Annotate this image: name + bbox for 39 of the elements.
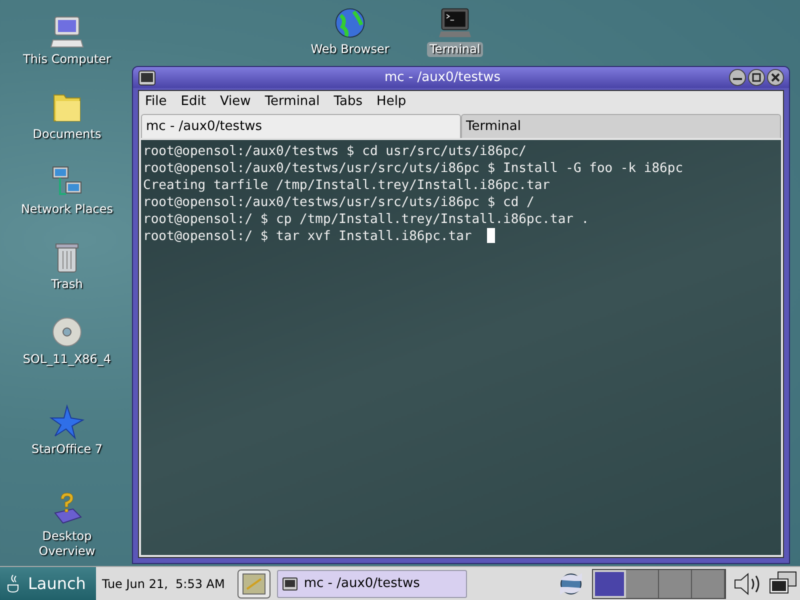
globe-icon[interactable] bbox=[333, 6, 367, 40]
terminal-line: root@opensol:/aux0/testws $ cd usr/src/uts/i86pc/ bbox=[143, 143, 528, 160]
menu-item[interactable]: Help bbox=[376, 94, 406, 109]
terminal-icon[interactable] bbox=[138, 70, 156, 86]
icon-label[interactable]: This Computer bbox=[20, 52, 114, 67]
icon-label[interactable]: Documents bbox=[30, 127, 104, 142]
show-desktop-icon[interactable] bbox=[236, 568, 271, 598]
computer-icon[interactable] bbox=[49, 14, 85, 50]
icon-label[interactable]: Desktop Overview bbox=[12, 529, 122, 559]
terminal-line: root@opensol:/aux0/testws/usr/src/uts/i86pc $ Install -G foo -k i86pc bbox=[143, 160, 684, 177]
terminal-line: root@opensol:/ $ tar xvf Install.i86pc.tar bbox=[143, 228, 473, 245]
icon-label[interactable]: Trash bbox=[48, 277, 86, 292]
tab[interactable]: Terminal bbox=[461, 114, 781, 138]
icon-label[interactable]: StarOffice 7 bbox=[28, 442, 106, 457]
task-button[interactable]: mc - /aux0/testws bbox=[276, 570, 467, 598]
icon-label[interactable]: Network Places bbox=[18, 202, 116, 217]
icon-label[interactable]: Web Browser bbox=[308, 42, 392, 57]
terminal-line: Creating tarfile /tmp/Install.trey/Install.i86pc.tar bbox=[143, 177, 551, 194]
menu-item[interactable]: Tabs bbox=[334, 94, 363, 109]
terminal-icon[interactable] bbox=[438, 6, 472, 40]
clock[interactable]: Tue Jun 21, 5:53 AM bbox=[102, 576, 225, 590]
terminal-icon bbox=[282, 576, 298, 590]
menu-item[interactable]: File bbox=[145, 94, 167, 109]
menu-item[interactable]: Terminal bbox=[264, 94, 320, 109]
window-title: mc - /aux0/testws bbox=[383, 70, 502, 85]
menu-item[interactable]: Edit bbox=[180, 94, 206, 109]
icon-label[interactable]: SOL_11_X86_4 bbox=[20, 352, 114, 367]
minimize-icon[interactable] bbox=[729, 69, 746, 86]
speaker-icon[interactable] bbox=[732, 570, 762, 596]
terminal-line: root@opensol:/aux0/testws/usr/src/uts/i86pc $ cd / bbox=[143, 194, 536, 211]
terminal-area[interactable] bbox=[141, 140, 781, 555]
terminal-line: root@opensol:/ $ cp /tmp/Install.trey/Install.i86pc.tar . bbox=[143, 211, 590, 228]
maximize-icon[interactable] bbox=[748, 69, 765, 86]
tab[interactable]: mc - /aux0/testws bbox=[141, 114, 461, 138]
star-icon[interactable] bbox=[49, 404, 85, 440]
close-icon[interactable] bbox=[767, 69, 784, 86]
launch-button[interactable]: Launch bbox=[0, 566, 96, 600]
menu-item[interactable]: View bbox=[220, 94, 251, 109]
title-bar[interactable]: mc - /aux0/testws bbox=[133, 67, 789, 88]
